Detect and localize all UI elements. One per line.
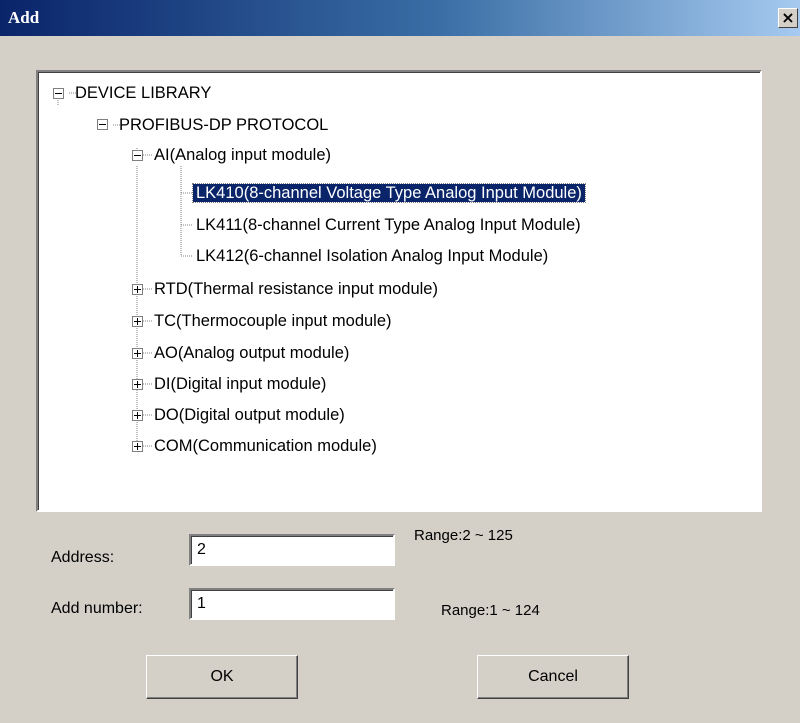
expand-icon[interactable] xyxy=(132,348,143,359)
expand-icon[interactable] xyxy=(132,316,143,327)
tree-node-rtd[interactable]: RTD(Thermal resistance input module) xyxy=(151,277,441,301)
address-input[interactable] xyxy=(189,534,395,566)
tree-node-label: DO(Digital output module) xyxy=(154,406,345,424)
tree-node-lk410[interactable]: LK410(8-channel Voltage Type Analog Inpu… xyxy=(192,181,586,205)
expand-icon[interactable] xyxy=(132,441,143,452)
tree-node-label: PROFIBUS-DP PROTOCOL xyxy=(119,116,329,134)
tree-node-ao[interactable]: AO(Analog output module) xyxy=(151,341,352,365)
address-label: Address: xyxy=(51,549,115,566)
add-number-label: Add number: xyxy=(51,600,143,617)
ok-button[interactable]: OK xyxy=(146,655,298,699)
tree-node-com[interactable]: COM(Communication module) xyxy=(151,434,380,458)
tree-node-di[interactable]: DI(Digital input module) xyxy=(151,372,329,396)
tree-node-profibus-dp[interactable]: PROFIBUS-DP PROTOCOL xyxy=(116,113,331,137)
tree-node-ai[interactable]: AI(Analog input module) xyxy=(151,143,334,167)
tree-node-label: COM(Communication module) xyxy=(154,437,377,455)
add-number-range-text: Range:1 ~ 124 xyxy=(441,602,540,619)
tree-node-label: AO(Analog output module) xyxy=(154,344,350,362)
tree-node-label: LK411(8-channel Current Type Analog Inpu… xyxy=(196,216,581,234)
expand-icon[interactable] xyxy=(132,410,143,421)
tree-node-label: LK412(6-channel Isolation Analog Input M… xyxy=(196,247,549,265)
tree-node-lk411[interactable]: LK411(8-channel Current Type Analog Inpu… xyxy=(193,213,584,237)
device-library-tree[interactable]: DEVICE LIBRARY PROFIBUS-DP PROTOCOL AI(A… xyxy=(36,70,762,512)
address-range-text: Range:2 ~ 125 xyxy=(414,527,513,544)
dialog-title: Add xyxy=(8,8,40,27)
collapse-icon[interactable] xyxy=(97,119,108,130)
tree-node-lk412[interactable]: LK412(6-channel Isolation Analog Input M… xyxy=(193,244,551,268)
cancel-button[interactable]: Cancel xyxy=(477,655,629,699)
expand-icon[interactable] xyxy=(132,379,143,390)
collapse-icon[interactable] xyxy=(132,150,143,161)
add-dialog: Add × DEVICE LIBRARY PROFIBUS-DP PROTOCO… xyxy=(0,0,800,723)
add-number-input[interactable] xyxy=(189,588,395,620)
tree-node-label: DI(Digital input module) xyxy=(154,375,327,393)
tree-canvas: DEVICE LIBRARY PROFIBUS-DP PROTOCOL AI(A… xyxy=(38,72,760,510)
tree-node-device-library[interactable]: DEVICE LIBRARY xyxy=(72,81,214,105)
tree-node-label: AI(Analog input module) xyxy=(154,146,332,164)
title-bar[interactable]: Add × xyxy=(0,0,800,36)
expand-icon[interactable] xyxy=(132,284,143,295)
close-icon[interactable]: × xyxy=(778,8,798,28)
tree-node-do[interactable]: DO(Digital output module) xyxy=(151,403,348,427)
tree-node-label: TC(Thermocouple input module) xyxy=(154,312,392,330)
collapse-icon[interactable] xyxy=(53,88,64,99)
tree-node-label: DEVICE LIBRARY xyxy=(75,84,212,102)
tree-node-label: LK410(8-channel Voltage Type Analog Inpu… xyxy=(192,183,586,203)
tree-node-label: RTD(Thermal resistance input module) xyxy=(154,280,438,298)
tree-node-tc[interactable]: TC(Thermocouple input module) xyxy=(151,309,395,333)
